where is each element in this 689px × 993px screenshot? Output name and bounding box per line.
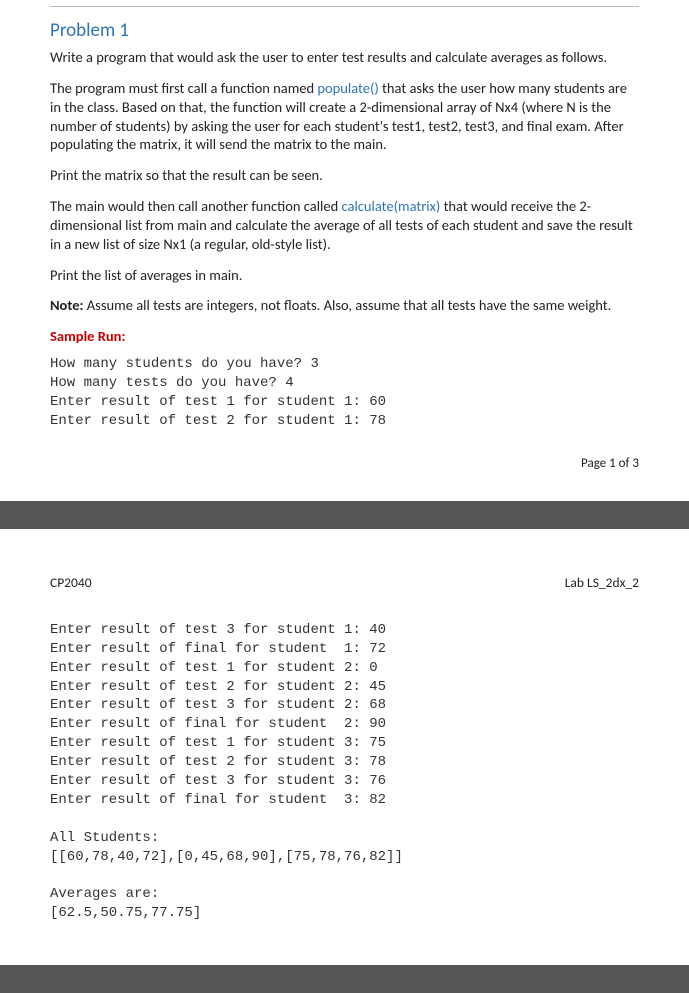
text-fragment: The main would then call another functio… xyxy=(50,197,342,215)
page-footer: Page 1 of 3 xyxy=(50,456,639,471)
paragraph-print-matrix: Print the matrix so that the result can … xyxy=(50,166,639,185)
header-course-code: CP2040 xyxy=(50,574,92,591)
function-name-populate: populate() xyxy=(317,79,378,97)
paragraph-intro: Write a program that would ask the user … xyxy=(50,48,639,67)
note-label: Note: xyxy=(50,296,84,314)
paragraph-print-averages: Print the list of averages in main. xyxy=(50,266,639,285)
horizontal-rule xyxy=(50,6,639,7)
page-header: CP2040 Lab LS_2dx_2 xyxy=(50,574,639,591)
note-text: Assume all tests are integers, not float… xyxy=(84,296,612,314)
text-fragment: The program must first call a function n… xyxy=(50,79,317,97)
problem-title: Problem 1 xyxy=(50,19,639,42)
sample-run-label: Sample Run: xyxy=(50,327,639,345)
code-block-2: Enter result of test 3 for student 1: 40… xyxy=(50,621,639,923)
page-2: CP2040 Lab LS_2dx_2 Enter result of test… xyxy=(0,529,689,965)
paragraph-note: Note: Assume all tests are integers, not… xyxy=(50,296,639,315)
code-block-1: How many students do you have? 3 How man… xyxy=(50,355,639,431)
paragraph-populate: The program must first call a function n… xyxy=(50,79,639,154)
header-lab-code: Lab LS_2dx_2 xyxy=(565,574,639,591)
page-1: Problem 1 Write a program that would ask… xyxy=(0,0,689,501)
paragraph-calculate: The main would then call another functio… xyxy=(50,197,639,254)
function-name-calculate: calculate(matrix) xyxy=(342,197,441,215)
